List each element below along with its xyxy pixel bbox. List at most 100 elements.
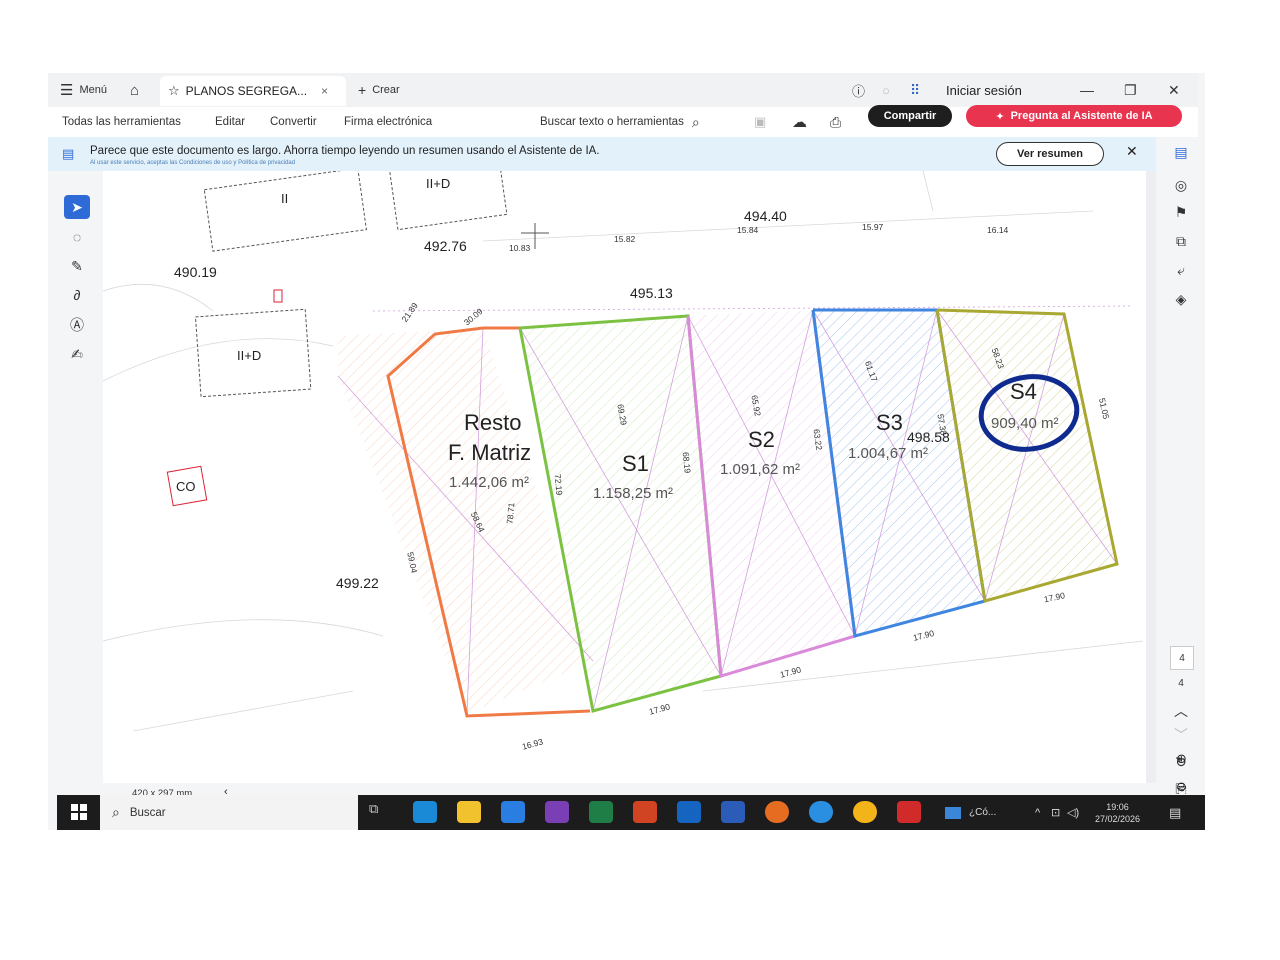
close-banner-icon[interactable]: ✕ <box>1126 143 1138 160</box>
chevron-up-icon[interactable]: ︿ <box>1170 700 1192 722</box>
ai-summary-banner: ▤ Parece que este documento es largo. Ah… <box>48 137 1156 171</box>
banner-text: Parece que este documento es largo. Ahor… <box>90 145 600 157</box>
notification-center-icon[interactable]: ▤ <box>1169 795 1181 830</box>
document-canvas[interactable]: II II+D II+D CO 490.19 492.76 494.40 495… <box>103 171 1148 783</box>
star-icon: ☆ <box>168 83 180 98</box>
comment-icon[interactable]: ◎ <box>1170 174 1192 196</box>
signin-button[interactable]: Iniciar sesión <box>946 73 1022 107</box>
cloud-upload-icon[interactable]: ☁ <box>792 107 807 137</box>
store-icon[interactable] <box>501 801 525 823</box>
lasso-tool-icon[interactable]: ∂ <box>64 283 90 307</box>
file-explorer-icon[interactable] <box>457 801 481 823</box>
segment-label: 17.90 <box>1043 590 1066 604</box>
print-icon[interactable]: ⎙ <box>830 107 841 137</box>
menu-convert[interactable]: Convertir <box>270 107 317 137</box>
tool-search[interactable]: Buscar texto o herramientas ⌕ <box>540 107 700 137</box>
elevation-label: 494.40 <box>744 208 787 224</box>
building-label-co: CO <box>176 479 196 494</box>
search-icon: ⌕ <box>691 113 700 130</box>
powerpoint-icon[interactable] <box>633 801 657 823</box>
internet-explorer-icon[interactable] <box>809 801 833 823</box>
minimize-icon[interactable]: — <box>1080 73 1098 107</box>
segment-label: 10.83 <box>509 243 531 253</box>
page-number-input[interactable]: 4 <box>1170 646 1194 670</box>
network-icon[interactable]: ⊡ <box>1051 795 1060 830</box>
help-icon[interactable]: ⓘ <box>852 73 865 107</box>
zoom-out-icon[interactable]: ⊖ <box>1176 779 1187 795</box>
acrobat-icon[interactable] <box>897 801 921 823</box>
word-icon[interactable] <box>721 801 745 823</box>
menu-button[interactable]: ☰ Menú <box>60 73 107 107</box>
ai-summary-icon[interactable]: ▤ <box>1170 141 1192 163</box>
clock[interactable]: 19:06 27/02/2026 <box>1095 795 1140 830</box>
banner-terms[interactable]: Al usar este servicio, aceptas las Condi… <box>90 160 295 166</box>
document-tab[interactable]: ☆ PLANOS SEGREGA... × <box>160 76 346 106</box>
current-page: 4 <box>1179 652 1185 664</box>
volume-icon[interactable]: ◁) <box>1067 795 1079 830</box>
share-label: Compartir <box>883 110 937 122</box>
pages-icon[interactable]: ⧉ <box>1170 230 1192 252</box>
excel-icon[interactable] <box>589 801 613 823</box>
parcel-area: 1.442,06 m² <box>449 474 529 491</box>
outlook-icon[interactable] <box>677 801 701 823</box>
comment-tool-icon[interactable]: ◌ <box>64 225 90 249</box>
parcel-name: S3 <box>876 410 903 435</box>
create-button[interactable]: + Crear <box>358 73 400 107</box>
total-pages: 4 <box>1170 672 1192 694</box>
clock-date: 27/02/2026 <box>1095 813 1141 824</box>
onenote-icon[interactable] <box>545 801 569 823</box>
zoom-in-icon[interactable]: ⊕ <box>1176 751 1187 767</box>
ai-label: Pregunta al Asistente de IA <box>1010 110 1153 122</box>
close-tab-icon[interactable]: × <box>321 84 328 98</box>
parcel-area: 1.004,67 m² <box>848 445 928 462</box>
chrome-icon[interactable] <box>853 801 877 823</box>
select-tool-icon[interactable]: ➤ <box>64 195 90 219</box>
taskbar-search-label: Buscar <box>129 806 166 819</box>
windows-taskbar: ⌕ Buscar ⧉ ¿Có... ^ ⊡ ◁) 19:06 27/02/202… <box>57 795 1205 830</box>
taskbar-search[interactable]: ⌕ Buscar <box>100 795 358 830</box>
home-button[interactable]: ⌂ <box>130 73 139 107</box>
ai-summary-icon: ▤ <box>62 146 75 161</box>
notifications-icon[interactable]: ○ <box>882 73 890 107</box>
parcel-area: 909,40 m² <box>991 415 1059 432</box>
search-placeholder: Buscar texto o herramientas <box>540 116 684 128</box>
tray-chevron-icon[interactable]: ^ <box>1035 795 1040 830</box>
edge-icon[interactable] <box>413 801 437 823</box>
active-app-icon <box>945 806 961 819</box>
menu-all-tools[interactable]: Todas las herramientas <box>62 107 181 137</box>
clock-time: 19:06 <box>1106 801 1129 812</box>
close-window-icon[interactable]: ✕ <box>1168 73 1186 107</box>
parcel-name: Resto <box>464 410 521 435</box>
share-button[interactable]: Compartir <box>868 105 952 127</box>
parcel-area: 1.158,25 m² <box>593 485 673 502</box>
firefox-icon[interactable] <box>765 801 789 823</box>
save-icon[interactable]: ▣ <box>754 107 766 137</box>
active-app[interactable]: ¿Có... <box>945 795 996 830</box>
left-toolbar: ➤ ◌ ✎ ∂ Ⓐ ✍ <box>48 171 103 783</box>
search-icon: ⌕ <box>112 804 120 820</box>
ai-assistant-button[interactable]: ✦ Pregunta al Asistente de IA <box>966 105 1182 127</box>
menu-edit[interactable]: Editar <box>215 107 245 137</box>
segment-label: 51.05 <box>1097 397 1111 420</box>
segment-label: 15.84 <box>737 225 759 235</box>
title-bar: ☰ Menú ⌂ ☆ PLANOS SEGREGA... × + Crear ⓘ… <box>48 73 1198 107</box>
elevation-label: 495.13 <box>630 285 673 301</box>
attachments-icon[interactable]: ⤶ <box>1170 259 1192 281</box>
vertical-scrollbar[interactable] <box>1146 171 1156 783</box>
restore-icon[interactable]: ❐ <box>1124 73 1142 107</box>
view-summary-button[interactable]: Ver resumen <box>996 142 1104 166</box>
text-tool-icon[interactable]: Ⓐ <box>64 313 90 337</box>
pen-tool-icon[interactable]: ✎ <box>64 254 90 278</box>
menu-e-signature[interactable]: Firma electrónica <box>344 107 432 137</box>
apps-grid-icon[interactable]: ⠿ <box>910 73 920 107</box>
windows-start-icon[interactable] <box>71 804 87 820</box>
menu-label: Menú <box>79 84 107 96</box>
segment-label: 15.82 <box>614 234 636 244</box>
signature-tool-icon[interactable]: ✍ <box>64 342 90 366</box>
parcel-name-line2: F. Matriz <box>448 440 531 465</box>
tab-title: PLANOS SEGREGA... <box>185 84 308 98</box>
layers-icon[interactable]: ◈ <box>1170 288 1192 310</box>
task-view-icon[interactable]: ⧉ <box>369 801 393 823</box>
bookmark-icon[interactable]: ⚑ <box>1170 201 1192 223</box>
chevron-down-icon[interactable]: ﹀ <box>1170 724 1192 746</box>
